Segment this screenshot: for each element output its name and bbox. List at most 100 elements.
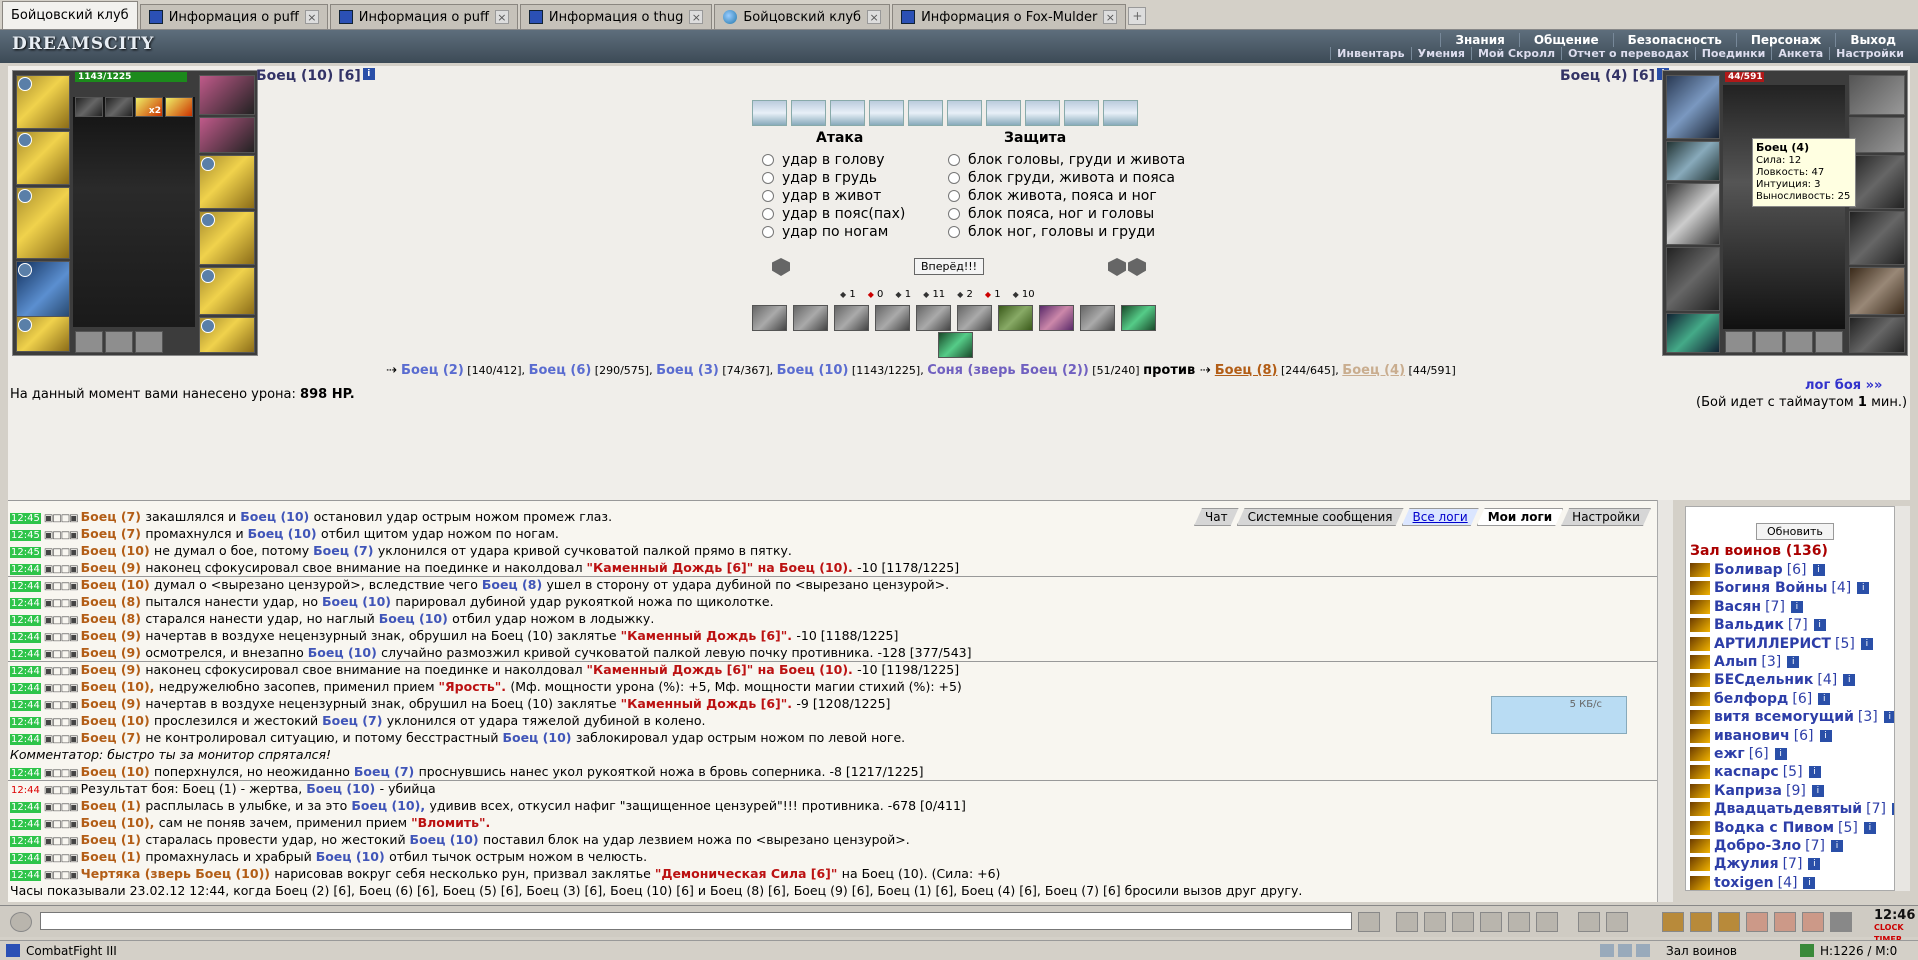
info-icon[interactable]: i bbox=[1819, 729, 1832, 742]
skill-button[interactable] bbox=[916, 305, 951, 331]
empty-slot[interactable] bbox=[1785, 331, 1813, 353]
shield-slot[interactable] bbox=[199, 211, 255, 265]
rune-slot[interactable] bbox=[1849, 117, 1905, 153]
radio-button[interactable] bbox=[948, 172, 960, 184]
log-actor[interactable]: Боец (10) bbox=[81, 713, 154, 728]
bag-icon[interactable] bbox=[1774, 912, 1796, 932]
scroll-slot[interactable] bbox=[947, 100, 982, 126]
user-name[interactable]: белфорд bbox=[1714, 691, 1788, 707]
info-icon[interactable]: i bbox=[1857, 582, 1870, 595]
log-target[interactable]: Боец (10) bbox=[379, 611, 452, 626]
monster-icon[interactable] bbox=[1690, 912, 1712, 932]
log-actor[interactable]: Боец (9) bbox=[81, 696, 146, 711]
log-actor[interactable]: Боец (9) bbox=[81, 628, 146, 643]
rune-slot[interactable] bbox=[199, 117, 255, 153]
log-target[interactable]: "Вломить". bbox=[411, 815, 490, 830]
skill-button[interactable] bbox=[793, 305, 828, 331]
radio-button[interactable] bbox=[762, 226, 774, 238]
info-icon[interactable]: i bbox=[1774, 748, 1787, 760]
log-target[interactable]: "Каменный Дождь [6]". bbox=[621, 628, 797, 643]
send-icon[interactable] bbox=[1358, 912, 1380, 932]
attack-option[interactable]: удар в грудь bbox=[762, 170, 877, 186]
empty-slot[interactable] bbox=[105, 331, 133, 353]
empty-slot[interactable] bbox=[1755, 331, 1783, 353]
scroll-slot[interactable] bbox=[908, 100, 943, 126]
fighter-name[interactable]: Боец (4) bbox=[1342, 363, 1405, 378]
info-icon[interactable]: i bbox=[1811, 784, 1824, 797]
submenu-item[interactable]: Умения bbox=[1410, 47, 1471, 60]
submenu-item[interactable]: Отчет о переводах bbox=[1561, 47, 1695, 60]
user-row[interactable]: Добро-Зло [7] i bbox=[1690, 837, 1843, 855]
close-icon[interactable]: × bbox=[304, 10, 319, 24]
info-icon[interactable]: i bbox=[1818, 692, 1831, 705]
new-tab-button[interactable]: + bbox=[1128, 7, 1147, 25]
browser-tab[interactable]: Информация о puff × bbox=[329, 4, 518, 29]
user-name[interactable]: Джулия bbox=[1714, 856, 1779, 872]
log-actor[interactable]: Боец (8) bbox=[81, 611, 146, 626]
mask-icon[interactable] bbox=[1718, 912, 1740, 932]
user-name[interactable]: toxigen bbox=[1714, 875, 1774, 891]
user-row[interactable]: Богиня Войны [4] i bbox=[1690, 579, 1870, 597]
scroll-slot[interactable] bbox=[1103, 100, 1138, 126]
defense-option[interactable]: блок груди, живота и пояса bbox=[948, 170, 1175, 186]
fighter-icon[interactable] bbox=[1480, 912, 1502, 932]
log-target[interactable]: "Ярость". bbox=[439, 679, 511, 694]
radio-button[interactable] bbox=[948, 154, 960, 166]
boots-slot[interactable] bbox=[1849, 317, 1905, 353]
log-actor[interactable]: Боец (10), bbox=[81, 815, 159, 830]
attack-option[interactable]: удар в голову bbox=[762, 152, 885, 168]
log-target[interactable]: "Каменный Дождь [6]" на Боец (10). bbox=[587, 662, 858, 677]
group-icon[interactable] bbox=[1606, 912, 1628, 932]
close-icon[interactable]: × bbox=[689, 10, 704, 24]
log-target[interactable]: Боец (10) bbox=[248, 526, 321, 541]
fighter-name[interactable]: Боец (10) bbox=[777, 363, 849, 378]
log-actor[interactable]: Боец (10) bbox=[81, 543, 154, 558]
empty-slot[interactable] bbox=[1815, 331, 1843, 353]
info-icon[interactable]: i bbox=[1787, 656, 1800, 668]
close-icon[interactable]: × bbox=[867, 10, 882, 24]
menu-item[interactable]: Безопасность bbox=[1612, 33, 1736, 47]
empty-slot[interactable] bbox=[75, 331, 103, 353]
log-actor[interactable]: Боец (7) bbox=[81, 526, 146, 541]
menu-item[interactable]: Общение bbox=[1518, 33, 1613, 47]
clear-icon[interactable] bbox=[1396, 912, 1418, 932]
log-actor[interactable]: Результат боя: bbox=[81, 781, 183, 796]
buff-slot[interactable]: x2 bbox=[135, 97, 163, 117]
legs-slot[interactable] bbox=[199, 317, 255, 353]
user-name[interactable]: Богиня Войны bbox=[1714, 580, 1827, 596]
user-name[interactable]: Боливар bbox=[1714, 562, 1783, 578]
amulet-slot[interactable] bbox=[75, 97, 103, 117]
potion-icon[interactable] bbox=[1802, 912, 1824, 932]
defense-option[interactable]: блок головы, груди и живота bbox=[948, 152, 1185, 168]
sound-icon[interactable] bbox=[1536, 912, 1558, 932]
skill-button[interactable] bbox=[875, 305, 910, 331]
browser-tab[interactable]: Информация о thug × bbox=[519, 4, 713, 29]
log-target[interactable]: Боец (10) bbox=[316, 849, 389, 864]
smiley-icon[interactable] bbox=[1578, 912, 1600, 932]
bracer-slot[interactable] bbox=[199, 155, 255, 209]
fighter-name[interactable]: Боец (3) bbox=[656, 363, 719, 378]
close-icon[interactable]: × bbox=[1103, 10, 1118, 24]
scroll-slot[interactable] bbox=[830, 100, 865, 126]
log-target[interactable]: Боец (10) bbox=[240, 509, 313, 524]
gift-icon[interactable] bbox=[1662, 912, 1684, 932]
belt-slot[interactable] bbox=[1666, 313, 1720, 353]
menu-item[interactable]: Знания bbox=[1440, 33, 1518, 47]
scroll-slot[interactable] bbox=[791, 100, 826, 126]
user-row[interactable]: иванович [6] i bbox=[1690, 727, 1832, 745]
log-actor[interactable]: Чертяка (зверь Боец (10)) bbox=[81, 866, 275, 881]
log-target[interactable]: "Каменный Дождь [6]". bbox=[621, 696, 797, 711]
radio-button[interactable] bbox=[762, 154, 774, 166]
user-name[interactable]: Водка с Пивом bbox=[1714, 820, 1834, 836]
save-icon[interactable] bbox=[1452, 912, 1474, 932]
user-name[interactable]: ежг bbox=[1714, 746, 1745, 762]
abc-icon[interactable] bbox=[1508, 912, 1530, 932]
log-actor[interactable]: Боец (1) bbox=[81, 849, 146, 864]
skill-button[interactable] bbox=[1080, 305, 1115, 331]
empty-slot[interactable] bbox=[135, 331, 163, 353]
defense-option[interactable]: блок живота, пояса и ног bbox=[948, 188, 1157, 204]
log-actor[interactable]: Боец (7) bbox=[81, 730, 146, 745]
rune-slot[interactable] bbox=[199, 75, 255, 115]
skill-button[interactable] bbox=[752, 305, 787, 331]
user-name[interactable]: каспарс bbox=[1714, 764, 1779, 780]
